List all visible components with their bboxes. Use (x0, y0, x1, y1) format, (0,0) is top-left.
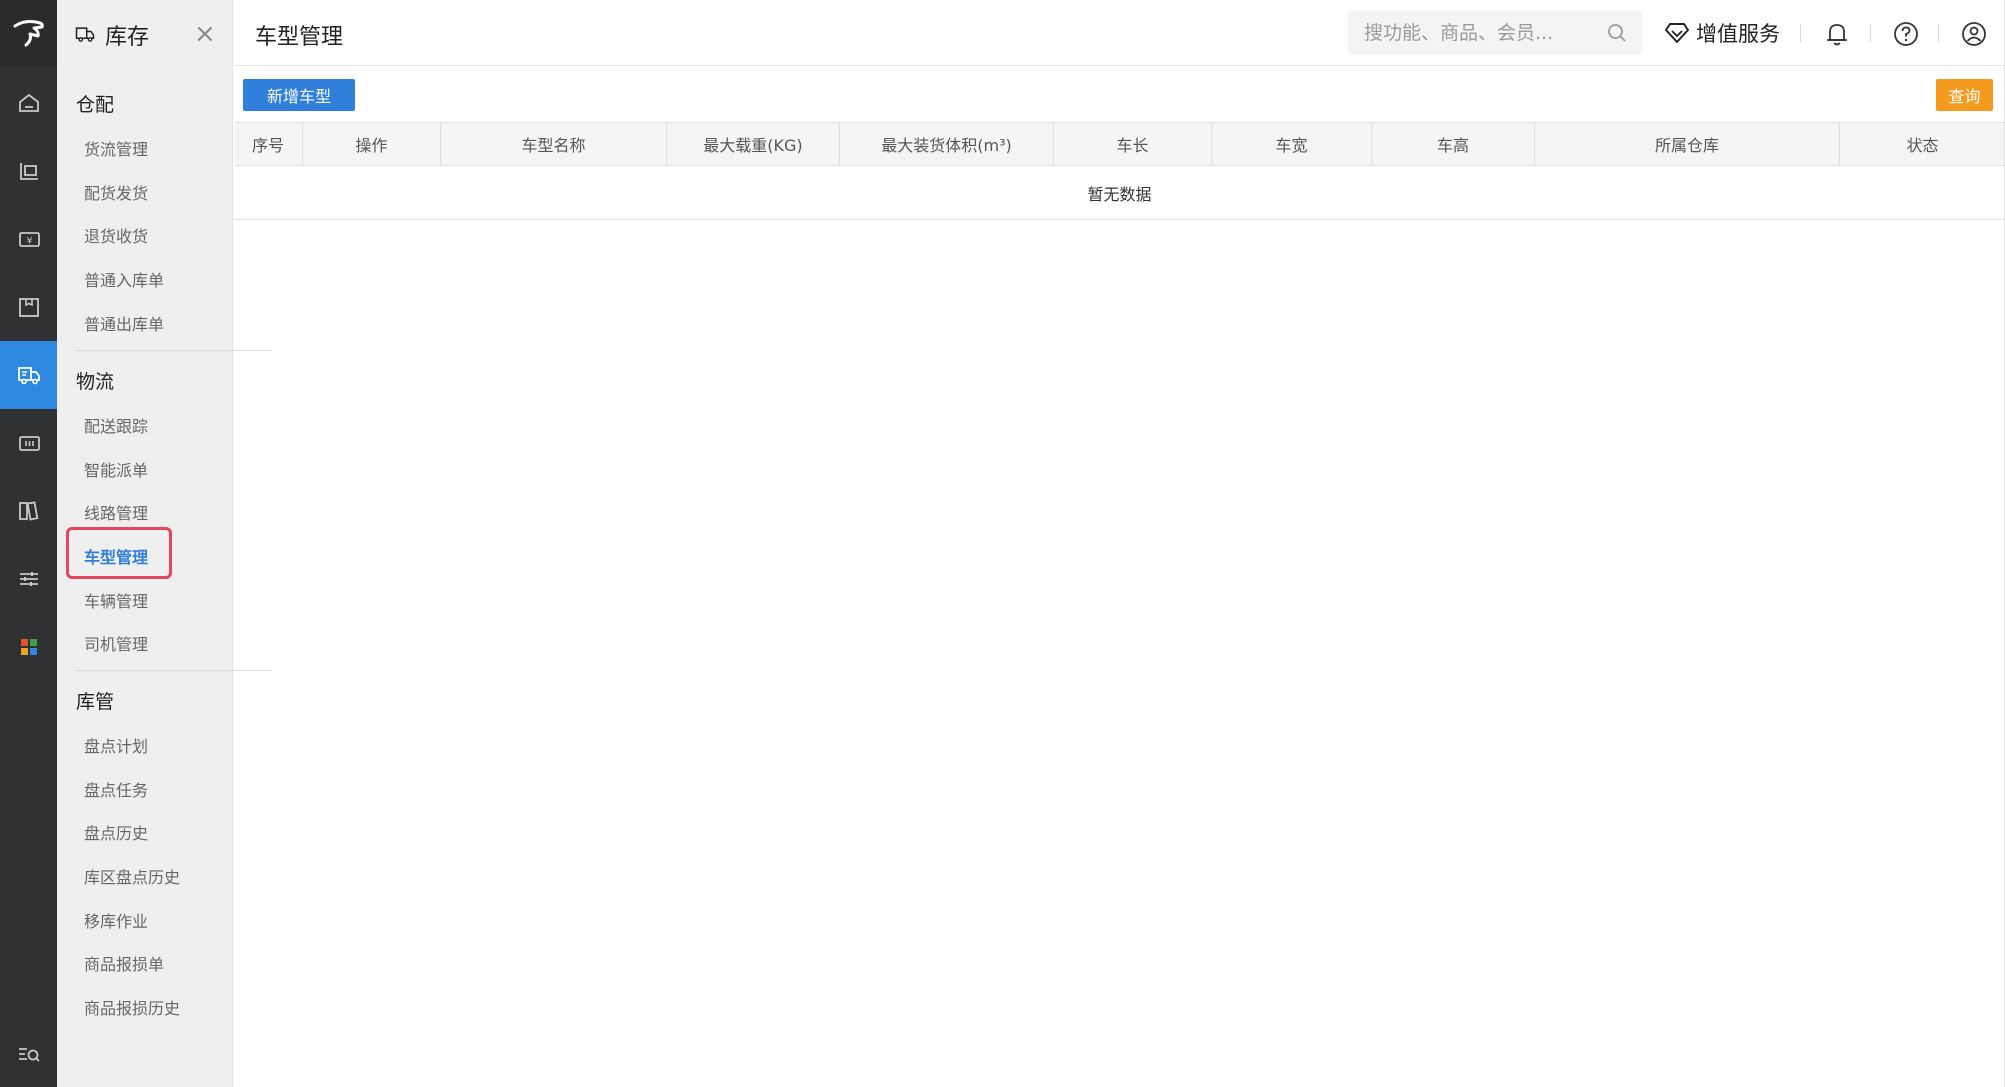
rail-search-menu-icon[interactable] (0, 1021, 57, 1087)
menu-item[interactable]: 智能派单 (84, 457, 148, 481)
column-header[interactable]: 车长 (1054, 123, 1212, 165)
search-icon[interactable] (1606, 22, 1628, 48)
separator (1870, 24, 1871, 42)
menu-group-title: 物流 (76, 371, 115, 393)
menu-item[interactable]: 退货收货 (84, 223, 148, 247)
menu-item[interactable]: 库区盘点历史 (84, 864, 180, 888)
help-icon[interactable] (1892, 20, 1920, 52)
module-title: 库存 (105, 25, 150, 50)
column-header[interactable]: 序号 (234, 123, 303, 165)
search-input[interactable] (1348, 11, 1598, 55)
close-icon[interactable]: × (194, 20, 216, 48)
page-title: 车型管理 (255, 25, 344, 50)
menu-item[interactable]: 商品报损单 (84, 951, 164, 975)
truck-icon (74, 23, 96, 49)
menu-group-title: 库管 (76, 691, 115, 713)
menu-item[interactable]: 商品报损历史 (84, 995, 180, 1019)
column-header[interactable]: 车高 (1372, 123, 1535, 165)
column-header[interactable]: 车宽 (1212, 123, 1372, 165)
rail-settings-icon[interactable] (0, 545, 57, 613)
rail-goods-icon[interactable] (0, 137, 57, 205)
rail-logistics-icon[interactable] (0, 341, 57, 409)
search-menu-icon (18, 1048, 40, 1062)
bell-icon[interactable] (1824, 20, 1850, 52)
menu-item[interactable]: 普通出库单 (84, 311, 164, 335)
logo-icon[interactable] (0, 0, 57, 66)
menu-item[interactable]: 车辆管理 (84, 588, 148, 612)
report-icon (18, 501, 38, 521)
vehicle-type-table: 序号 操作 车型名称 最大载重(KG) 最大装货体积(m³) 车长 车宽 车高 … (234, 122, 2005, 220)
truck-icon (17, 367, 40, 385)
separator (1800, 24, 1801, 42)
svg-text:¥: ¥ (26, 237, 32, 247)
top-bar: 车型管理 增值服务 (234, 0, 2005, 66)
rail-report-icon[interactable] (0, 477, 57, 545)
menu-item[interactable]: 盘点计划 (84, 733, 148, 757)
column-header[interactable]: 所属仓库 (1535, 123, 1840, 165)
table-header: 序号 操作 车型名称 最大载重(KG) 最大装货体积(m³) 车长 车宽 车高 … (234, 122, 2005, 166)
rail-money-icon[interactable]: ¥ (0, 205, 57, 273)
menu-item[interactable]: 配送跟踪 (84, 413, 148, 437)
settings-sliders-icon (19, 572, 38, 586)
rail-ticket-icon[interactable] (0, 409, 57, 477)
column-header[interactable]: 状态 (1840, 123, 2005, 165)
add-vehicle-type-button[interactable]: 新增车型 (243, 79, 355, 111)
global-search (1348, 11, 1642, 55)
rail-apps-icon[interactable] (0, 613, 57, 681)
menu-item[interactable]: 普通入库单 (84, 267, 164, 291)
query-button[interactable]: 查询 (1936, 79, 1993, 111)
menu-item[interactable]: 货流管理 (84, 136, 148, 160)
menu-group-title: 仓配 (76, 94, 115, 116)
value-added-services-button[interactable]: 增值服务 (1664, 18, 1780, 48)
submenu-header: 库存 × (57, 0, 233, 66)
column-header[interactable]: 车型名称 (441, 123, 667, 165)
diamond-icon (1665, 23, 1689, 43)
active-item-highlight (66, 527, 172, 579)
menu-item[interactable]: 移库作业 (84, 908, 148, 932)
apps-grid-icon (20, 639, 37, 655)
money-icon: ¥ (18, 232, 40, 247)
menu-item[interactable]: 配货发货 (84, 180, 148, 204)
home-icon (18, 93, 39, 112)
menu-divider (75, 350, 271, 351)
app-window: ¥ 库存 × 仓配 货流管理 配货发货 退货收货 普通入库单 普通出库单 物流 … (0, 0, 2005, 1087)
value-added-label: 增值服务 (1696, 22, 1780, 46)
user-avatar-icon[interactable] (1960, 20, 1988, 52)
column-header[interactable]: 最大装货体积(m³) (840, 123, 1054, 165)
separator (1938, 24, 1939, 42)
ticket-icon (18, 436, 40, 451)
icon-rail: ¥ (0, 0, 57, 1087)
warehouse-box-icon (18, 298, 39, 317)
menu-item[interactable]: 线路管理 (84, 500, 148, 524)
rail-warehouse-icon[interactable] (0, 273, 57, 341)
menu-item[interactable]: 盘点历史 (84, 820, 148, 844)
rail-home-icon[interactable] (0, 69, 57, 137)
goods-icon (19, 163, 38, 180)
menu-item[interactable]: 司机管理 (84, 631, 148, 655)
menu-item[interactable]: 盘点任务 (84, 777, 148, 801)
column-header[interactable]: 操作 (303, 123, 441, 165)
table-empty-state: 暂无数据 (234, 166, 2005, 220)
menu-divider (75, 670, 271, 671)
column-header[interactable]: 最大载重(KG) (667, 123, 840, 165)
